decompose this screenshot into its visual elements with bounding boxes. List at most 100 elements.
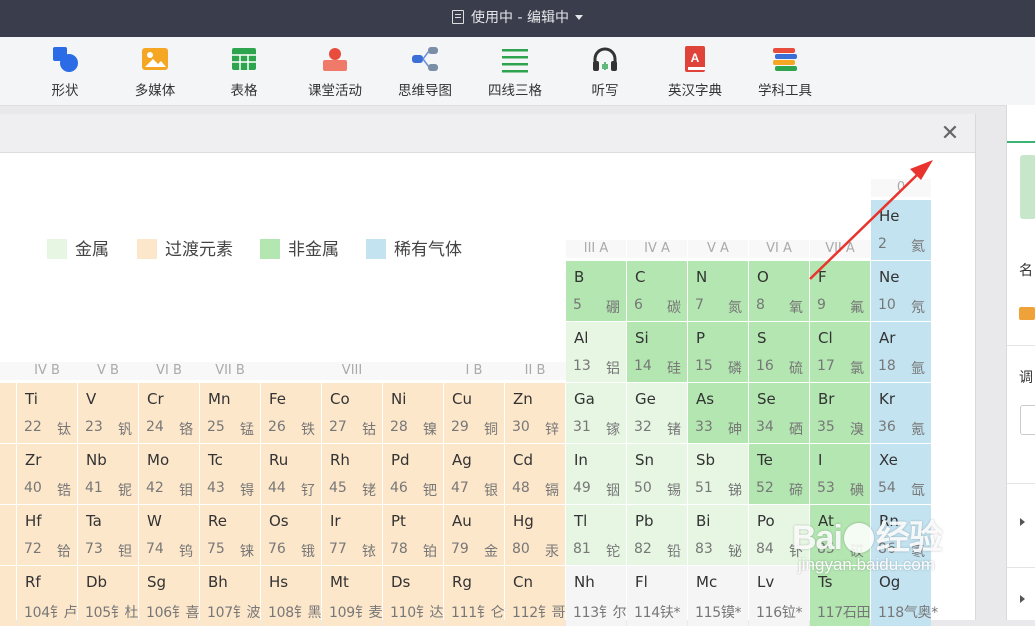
- element-cell-partial[interactable]: [0, 444, 16, 504]
- element-cell[interactable]: F 9 氟: [810, 261, 870, 321]
- element-cell[interactable]: Br 35 溴: [810, 383, 870, 443]
- element-cell[interactable]: Ta 73 钽: [78, 505, 138, 565]
- element-cell[interactable]: Db 105钅杜*: [78, 566, 145, 626]
- element-cell[interactable]: Se 34 硒: [749, 383, 809, 443]
- element-cell[interactable]: Pt 78 铂: [383, 505, 443, 565]
- element-cell[interactable]: Pb 82 铅: [627, 505, 687, 565]
- element-cell[interactable]: S 16 硫: [749, 322, 809, 382]
- element-cell[interactable]: Ti 22 钛: [17, 383, 77, 443]
- element-cell[interactable]: W 74 钨: [139, 505, 199, 565]
- element-cell[interactable]: At 85 砹: [810, 505, 870, 565]
- toolbar-button-mind-map[interactable]: 思维导图: [381, 45, 469, 99]
- element-cell[interactable]: Fe 26 铁: [261, 383, 321, 443]
- element-cell[interactable]: Au 79 金: [444, 505, 504, 565]
- element-cell[interactable]: Co 27 钴: [322, 383, 382, 443]
- element-cell[interactable]: Ge 32 锗: [627, 383, 687, 443]
- element-cell[interactable]: C 6 碳: [627, 261, 687, 321]
- element-cell[interactable]: Sb 51 锑: [688, 444, 748, 504]
- toolbar-button-classroom-activity[interactable]: 课堂活动: [291, 45, 379, 99]
- element-cell[interactable]: Ne 10 氖: [871, 261, 931, 321]
- element-cell[interactable]: Rh 45 铑: [322, 444, 382, 504]
- element-cell[interactable]: Cu 29 铜: [444, 383, 504, 443]
- element-cell[interactable]: Fl 114𫓧*: [627, 566, 687, 626]
- element-cell[interactable]: P 15 磷: [688, 322, 748, 382]
- element-cell-partial[interactable]: [0, 566, 16, 626]
- element-name: 铱: [362, 544, 376, 560]
- element-symbol: Pd: [391, 451, 410, 469]
- image-icon[interactable]: [1019, 307, 1035, 320]
- element-cell[interactable]: Re 75 铼: [200, 505, 260, 565]
- element-cell[interactable]: Po 84 钋: [749, 505, 809, 565]
- element-cell[interactable]: Cn 112钅哥*: [505, 566, 572, 626]
- element-cell[interactable]: Nh 113钅尔*: [566, 566, 633, 626]
- element-cell[interactable]: Cd 48 镉: [505, 444, 565, 504]
- element-cell[interactable]: Xe 54 氙: [871, 444, 931, 504]
- chevron-right-icon[interactable]: [1020, 595, 1025, 603]
- chevron-down-icon[interactable]: [574, 15, 583, 20]
- element-cell-partial[interactable]: [0, 383, 16, 443]
- element-cell[interactable]: Hg 80 汞: [505, 505, 565, 565]
- element-cell[interactable]: Ir 77 铱: [322, 505, 382, 565]
- element-cell[interactable]: Rg 111钅仑*: [444, 566, 511, 626]
- document-title[interactable]: 使用中 - 编辑中: [0, 0, 1035, 37]
- element-cell[interactable]: Lv 116𫟷*: [749, 566, 809, 626]
- element-cell[interactable]: I 53 碘: [810, 444, 870, 504]
- element-name: 铟: [606, 483, 620, 499]
- element-cell[interactable]: Ru 44 钌: [261, 444, 321, 504]
- element-cell[interactable]: O 8 氧: [749, 261, 809, 321]
- element-cell-partial[interactable]: [0, 505, 16, 565]
- element-cell[interactable]: Ga 31 镓: [566, 383, 626, 443]
- chevron-right-icon[interactable]: [1020, 518, 1025, 526]
- slide-thumbnail[interactable]: [1020, 155, 1035, 219]
- element-cell[interactable]: Zr 40 锆: [17, 444, 77, 504]
- element-cell[interactable]: Tl 81 铊: [566, 505, 626, 565]
- element-cell[interactable]: Cr 24 铬: [139, 383, 199, 443]
- toolbar-button-table[interactable]: 表格: [200, 45, 288, 99]
- toolbar-button-shapes[interactable]: 形状: [21, 45, 109, 99]
- element-cell[interactable]: Ni 28 镍: [383, 383, 443, 443]
- element-cell[interactable]: Nb 41 铌: [78, 444, 138, 504]
- toolbar-button-image[interactable]: 多媒体: [111, 45, 199, 99]
- element-cell[interactable]: Rn 86 氡: [871, 505, 931, 565]
- element-cell[interactable]: N 7 氮: [688, 261, 748, 321]
- element-cell[interactable]: Hs 108钅黑*: [261, 566, 328, 626]
- element-cell[interactable]: Ag 47 银: [444, 444, 504, 504]
- element-cell[interactable]: In 49 铟: [566, 444, 626, 504]
- element-cell[interactable]: Mo 42 钼: [139, 444, 199, 504]
- close-button[interactable]: ✕: [938, 122, 962, 146]
- element-cell[interactable]: Hf 72 铪: [17, 505, 77, 565]
- element-cell[interactable]: Pd 46 钯: [383, 444, 443, 504]
- element-cell[interactable]: Bh 107钅波*: [200, 566, 267, 626]
- toolbar-button-books[interactable]: 学科工具: [741, 45, 829, 99]
- element-cell[interactable]: Sn 50 锡: [627, 444, 687, 504]
- toolbar-button-headphones[interactable]: 听写: [561, 45, 649, 99]
- element-cell[interactable]: B 5 硼: [566, 261, 626, 321]
- element-cell[interactable]: Ar 18 氩: [871, 322, 931, 382]
- element-cell[interactable]: Mt 109钅麦*: [322, 566, 389, 626]
- element-cell[interactable]: Ts 117石田*: [810, 566, 877, 626]
- element-cell[interactable]: Al 13 铝: [566, 322, 626, 382]
- element-cell[interactable]: Cl 17 氯: [810, 322, 870, 382]
- element-cell[interactable]: Og 118气奥*: [871, 566, 938, 626]
- element-cell[interactable]: He 2 氦: [871, 200, 931, 260]
- element-cell[interactable]: Ds 110钅达*: [383, 566, 450, 626]
- element-cell[interactable]: V 23 钒: [78, 383, 138, 443]
- toolbar-button-four-line-grid[interactable]: 四线三格: [471, 45, 559, 99]
- element-cell[interactable]: As 33 砷: [688, 383, 748, 443]
- element-cell[interactable]: Te 52 碲: [749, 444, 809, 504]
- toolbar-button-dictionary[interactable]: A 英汉字典: [651, 45, 739, 99]
- element-cell[interactable]: Sg 106钅喜*: [139, 566, 206, 626]
- element-cell[interactable]: Tc 43 锝: [200, 444, 260, 504]
- adjust-input[interactable]: [1020, 405, 1035, 435]
- element-cell[interactable]: Bi 83 铋: [688, 505, 748, 565]
- element-symbol: O: [757, 268, 769, 286]
- element-cell[interactable]: Kr 36 氪: [871, 383, 931, 443]
- element-cell[interactable]: Mc 115镆*: [688, 566, 748, 626]
- element-symbol: S: [757, 329, 767, 347]
- element-cell[interactable]: Zn 30 锌: [505, 383, 565, 443]
- element-cell[interactable]: Rf 104钅卢*: [17, 566, 84, 626]
- element-cell[interactable]: Mn 25 锰: [200, 383, 260, 443]
- element-symbol: Ir: [330, 512, 341, 530]
- element-cell[interactable]: Si 14 硅: [627, 322, 687, 382]
- element-cell[interactable]: Os 76 锇: [261, 505, 321, 565]
